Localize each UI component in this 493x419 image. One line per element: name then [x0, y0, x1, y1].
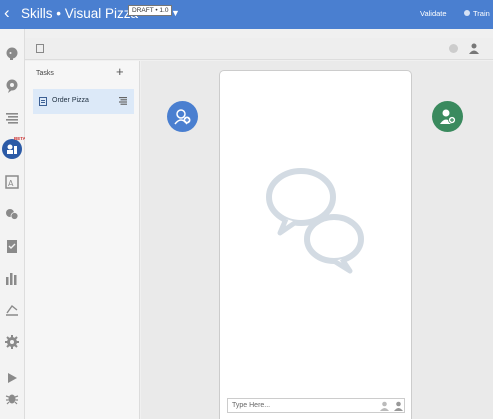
quality-icon[interactable]: [5, 239, 19, 253]
add-bot-icon: [174, 109, 191, 125]
chat-input-box: [227, 398, 405, 413]
add-user-button[interactable]: [432, 101, 463, 132]
debug-icon[interactable]: [5, 391, 19, 405]
chat-input[interactable]: [228, 399, 368, 412]
validate-button[interactable]: Validate: [420, 9, 447, 18]
intent-icon[interactable]: [5, 47, 19, 61]
version-badge: DRAFT • 1.0: [128, 5, 173, 16]
hamburger-icon[interactable]: [119, 97, 127, 105]
task-item-order-pizza[interactable]: Order Pizza: [33, 89, 134, 114]
panel-toggle-icon[interactable]: [36, 44, 44, 53]
caret-down-icon[interactable]: ▼: [171, 8, 180, 18]
add-user-icon: [440, 109, 456, 124]
top-bar: ‹ Skills • Visual Pizza DRAFT • 1.0 ▼ Va…: [0, 0, 493, 29]
chat-preview: [219, 70, 412, 419]
svg-text:A: A: [8, 179, 14, 188]
user-icon[interactable]: [469, 43, 479, 54]
settings-icon[interactable]: [5, 335, 19, 349]
plus-icon[interactable]: +: [116, 65, 124, 79]
insights-icon[interactable]: [5, 271, 19, 285]
resource-bundle-icon[interactable]: [5, 111, 19, 125]
tasks-panel: Tasks + Order Pizza: [25, 61, 140, 419]
tasks-header: Tasks: [36, 70, 54, 77]
train-icon: [464, 10, 470, 16]
user-icon[interactable]: [380, 401, 389, 411]
left-nav: BETA A: [0, 29, 26, 419]
translate-icon[interactable]: A: [5, 175, 19, 189]
task-label: Order Pizza: [52, 97, 89, 104]
flow-icon: [39, 97, 47, 106]
status-circle-icon: [449, 44, 458, 53]
flow-designer-icon: [7, 144, 17, 154]
back-chevron-icon[interactable]: ‹: [4, 3, 10, 23]
preview-icon[interactable]: [5, 371, 19, 385]
user-icon[interactable]: [394, 401, 403, 411]
flow-designer-nav-active[interactable]: [2, 139, 22, 159]
add-bot-button[interactable]: [167, 101, 198, 132]
sub-toolbar: [25, 38, 493, 60]
channels-icon[interactable]: [5, 207, 19, 221]
ai-icon[interactable]: [5, 303, 19, 317]
chat-bubbles-icon: [266, 168, 364, 274]
entity-icon[interactable]: [5, 79, 19, 93]
train-button[interactable]: Train: [473, 9, 490, 18]
page-title: Skills • Visual Pizza: [21, 6, 139, 21]
